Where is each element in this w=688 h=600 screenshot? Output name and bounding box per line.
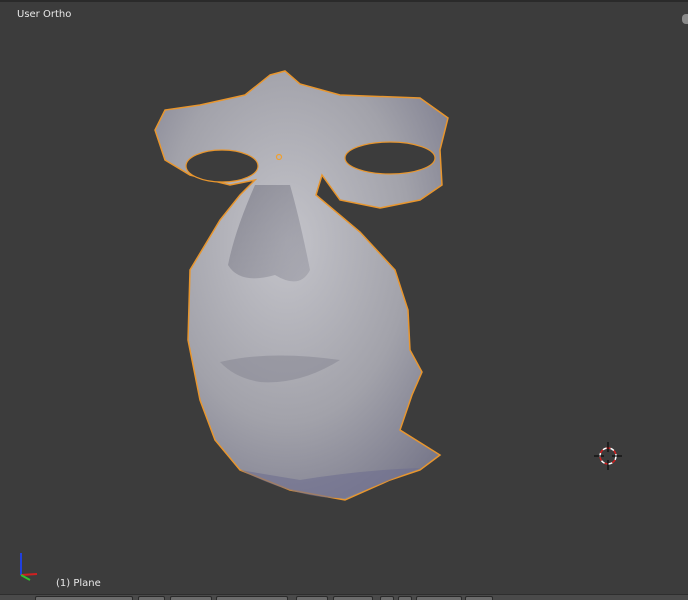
3d-cursor-icon[interactable] (594, 442, 622, 470)
active-object-label: (1) Plane (56, 578, 101, 589)
mode-selector[interactable] (138, 596, 165, 600)
snap-target[interactable] (416, 596, 462, 600)
manipulator-buttons[interactable] (296, 596, 328, 600)
shading-selector[interactable] (170, 596, 212, 600)
right-eye-hole (344, 141, 436, 175)
3d-viewport[interactable]: User Ortho (1) Plane (0, 0, 688, 600)
view-menu-button[interactable] (35, 596, 133, 600)
left-eye-hole (185, 149, 259, 183)
face-mesh[interactable] (154, 70, 449, 501)
face-mesh-body[interactable] (154, 70, 449, 501)
scene-canvas (20, 70, 622, 581)
pivot-selector[interactable] (216, 596, 288, 600)
axis-gizmo-icon (20, 553, 38, 581)
layer-buttons[interactable] (333, 596, 373, 600)
snap-toggle[interactable] (380, 596, 394, 600)
snap-element[interactable] (398, 596, 412, 600)
render-buttons[interactable] (465, 596, 493, 600)
viewport-header (0, 594, 688, 600)
